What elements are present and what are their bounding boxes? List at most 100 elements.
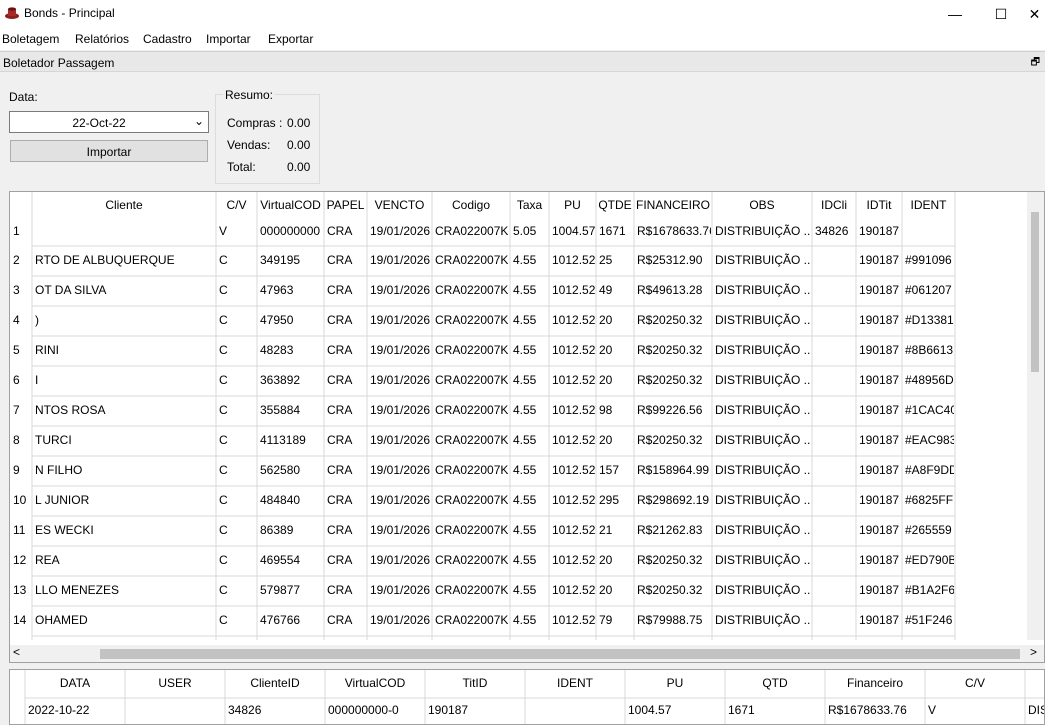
cell-obs[interactable]: DISTRIBUIÇÃO ... <box>715 493 811 507</box>
cell-vencto[interactable]: 19/01/2026 <box>370 373 431 387</box>
cell-obs[interactable]: DISTRIBUIÇÃO ... <box>715 224 811 238</box>
column-header-idtit[interactable]: IDTit <box>856 198 902 212</box>
column-header-idcli[interactable]: IDCli <box>812 198 856 212</box>
cell-pu[interactable]: 1012.52 <box>552 403 595 417</box>
cell-vencto[interactable]: 19/01/2026 <box>370 523 431 537</box>
cell-c-v[interactable]: C <box>219 613 256 627</box>
cell-virtualcod[interactable]: 476766 <box>260 613 323 627</box>
cell-obs[interactable]: DISTRIBUIÇÃO ... <box>715 613 811 627</box>
menu-relatorios[interactable]: Relatórios <box>75 32 129 46</box>
cell-vencto[interactable]: 19/01/2026 <box>370 343 431 357</box>
scroll-right-icon[interactable]: > <box>1030 645 1037 659</box>
cell-papel[interactable]: CRA <box>327 613 366 627</box>
cell-idtit[interactable]: 190187 <box>859 283 901 297</box>
cell-c-v[interactable]: C <box>219 523 256 537</box>
cell-qtde[interactable]: 20 <box>599 553 633 567</box>
cell-financeiro[interactable]: R$158964.99 <box>637 463 711 477</box>
cell-financeiro[interactable]: R$79988.75 <box>637 613 711 627</box>
cell-idtit[interactable]: 190187 <box>859 493 901 507</box>
cell-taxa[interactable]: 4.55 <box>513 283 548 297</box>
cell-obs[interactable]: DISTRIBUIÇÃO ... <box>715 433 811 447</box>
cell-ident[interactable]: #1CAC40 <box>905 403 954 417</box>
cell-idtit[interactable]: 190187 <box>859 313 901 327</box>
column-header-virtualcod[interactable]: VirtualCOD <box>257 198 324 212</box>
cell-idtit[interactable]: 190187 <box>859 373 901 387</box>
row-number[interactable]: 3 <box>13 283 20 297</box>
cell-codigo[interactable]: CRA022007K9 <box>435 553 509 567</box>
detail-header-c-v[interactable]: C/V <box>925 676 1025 690</box>
cell-financeiro[interactable]: R$20250.32 <box>637 373 711 387</box>
cell-vencto[interactable]: 19/01/2026 <box>370 493 431 507</box>
cell-taxa[interactable]: 4.55 <box>513 463 548 477</box>
cell-virtualcod[interactable]: 48283 <box>260 343 323 357</box>
detail-cell-titid[interactable]: 190187 <box>428 703 524 717</box>
cell-qtde[interactable]: 20 <box>599 583 633 597</box>
cell-papel[interactable]: CRA <box>327 583 366 597</box>
cell-obs[interactable]: DISTRIBUIÇÃO ... <box>715 463 811 477</box>
trades-grid[interactable]: Cliente C/V VirtualCOD PAPEL VENCTO Codigo Tax… <box>9 191 1045 663</box>
cell-ident[interactable]: #6825FF <box>905 493 954 507</box>
cell-financeiro[interactable]: R$20250.32 <box>637 583 711 597</box>
column-header-obs[interactable]: OBS <box>712 198 812 212</box>
detail-header-pu[interactable]: PU <box>625 676 725 690</box>
column-header-taxa[interactable]: Taxa <box>510 198 549 212</box>
cell-qtde[interactable]: 20 <box>599 313 633 327</box>
cell-qtde[interactable]: 20 <box>599 343 633 357</box>
cell-idcli[interactable]: 34826 <box>815 224 855 238</box>
detail-header-ident[interactable]: IDENT <box>525 676 625 690</box>
cell-codigo[interactable]: CRA022007K9 <box>435 403 509 417</box>
cell-codigo[interactable]: CRA022007K9 <box>435 224 509 238</box>
cell-ident[interactable]: #265559 <box>905 523 954 537</box>
column-header-pu[interactable]: PU <box>549 198 596 212</box>
cell-obs[interactable]: DISTRIBUIÇÃO ... <box>715 313 811 327</box>
cell-cliente[interactable]: TURCI <box>35 433 215 447</box>
cell-c-v[interactable]: C <box>219 253 256 267</box>
detail-cell-pu[interactable]: 1004.57 <box>628 703 724 717</box>
cell-financeiro[interactable]: R$20250.32 <box>637 313 711 327</box>
cell-papel[interactable]: CRA <box>327 224 366 238</box>
cell-papel[interactable]: CRA <box>327 493 366 507</box>
cell-pu[interactable]: 1012.52 <box>552 373 595 387</box>
cell-codigo[interactable]: CRA022007K9 <box>435 463 509 477</box>
detail-header-virtualcod[interactable]: VirtualCOD <box>325 676 425 690</box>
detail-header-financeiro[interactable]: Financeiro <box>825 676 925 690</box>
cell-papel[interactable]: CRA <box>327 463 366 477</box>
menu-boletagem[interactable]: Boletagem <box>2 32 59 46</box>
cell-pu[interactable]: 1012.52 <box>552 433 595 447</box>
scroll-left-icon[interactable]: < <box>13 645 20 659</box>
cell-taxa[interactable]: 4.55 <box>513 493 548 507</box>
minimize-button[interactable]: — <box>932 0 978 28</box>
cell-codigo[interactable]: CRA022007K9 <box>435 283 509 297</box>
cell-pu[interactable]: 1012.52 <box>552 583 595 597</box>
row-number[interactable]: 6 <box>13 373 20 387</box>
cell-taxa[interactable]: 4.55 <box>513 373 548 387</box>
cell-virtualcod[interactable]: 484840 <box>260 493 323 507</box>
cell-qtde[interactable]: 49 <box>599 283 633 297</box>
cell-obs[interactable]: DISTRIBUIÇÃO ... <box>715 373 811 387</box>
vertical-scrollbar[interactable] <box>1027 192 1044 640</box>
cell-pu[interactable]: 1012.52 <box>552 253 595 267</box>
row-number[interactable]: 11 <box>13 523 25 537</box>
cell-qtde[interactable]: 295 <box>599 493 633 507</box>
cell-c-v[interactable]: C <box>219 403 256 417</box>
cell-financeiro[interactable]: R$20250.32 <box>637 343 711 357</box>
cell-pu[interactable]: 1012.52 <box>552 313 595 327</box>
cell-papel[interactable]: CRA <box>327 433 366 447</box>
cell-virtualcod[interactable]: 47963 <box>260 283 323 297</box>
cell-obs[interactable]: DISTRIBUIÇÃO ... <box>715 403 811 417</box>
cell-pu[interactable]: 1012.52 <box>552 463 595 477</box>
cell-vencto[interactable]: 19/01/2026 <box>370 553 431 567</box>
cell-taxa[interactable]: 4.55 <box>513 253 548 267</box>
cell-codigo[interactable]: CRA022007K9 <box>435 373 509 387</box>
cell-obs[interactable]: DISTRIBUIÇÃO ... <box>715 343 811 357</box>
detail-cell-data[interactable]: 2022-10-22 <box>28 703 124 717</box>
cell-cliente[interactable]: NTOS ROSA <box>35 403 215 417</box>
cell-financeiro[interactable]: R$25312.90 <box>637 253 711 267</box>
cell-vencto[interactable]: 19/01/2026 <box>370 224 431 238</box>
cell-ident[interactable]: #B1A2F6 <box>905 583 954 597</box>
row-number[interactable]: 1 <box>13 224 20 238</box>
cell-codigo[interactable]: CRA022007K9 <box>435 253 509 267</box>
cell-obs[interactable]: DISTRIBUIÇÃO ... <box>715 523 811 537</box>
cell-c-v[interactable]: V <box>219 224 256 238</box>
row-number[interactable]: 8 <box>13 433 20 447</box>
